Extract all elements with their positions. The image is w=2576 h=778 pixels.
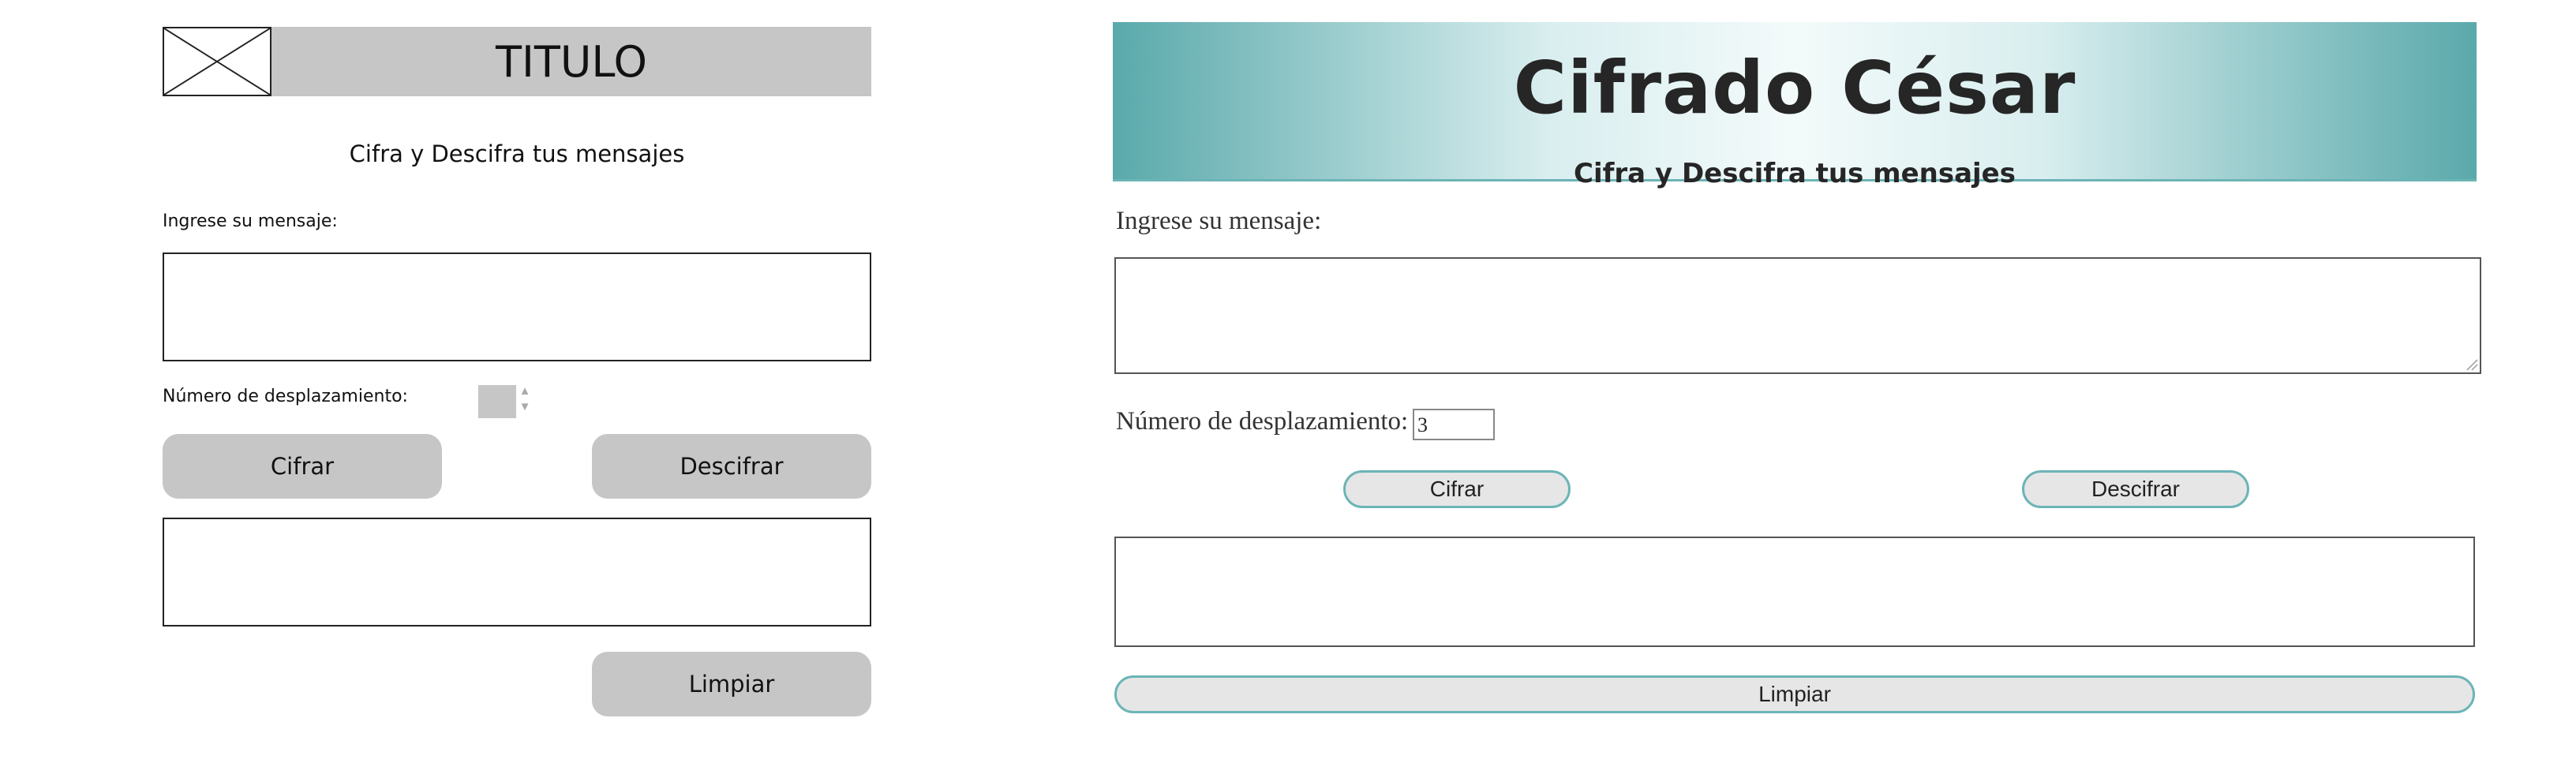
stepper-arrows-icon[interactable]: ▲ ▼ xyxy=(518,383,532,420)
wireframe-output-box[interactable] xyxy=(163,518,871,627)
wireframe-encrypt-button[interactable]: Cifrar xyxy=(163,434,442,499)
page-header: Cifrado César Cifra y Descifra tus mensa… xyxy=(1113,22,2477,189)
wireframe-message-input[interactable] xyxy=(163,252,871,361)
page-title: Cifrado César xyxy=(1513,46,2076,130)
decrypt-button[interactable]: Descifrar xyxy=(2022,470,2249,508)
message-label: Ingrese su mensaje: xyxy=(1116,207,1322,235)
wireframe-subtitle: Cifra y Descifra tus mensajes xyxy=(349,140,685,167)
wireframe-message-label: Ingrese su mensaje: xyxy=(163,211,338,231)
wireframe-decrypt-button[interactable]: Descifrar xyxy=(592,434,871,499)
image-placeholder-icon xyxy=(163,27,271,96)
wireframe-shift-stepper[interactable] xyxy=(478,385,516,418)
output-box[interactable] xyxy=(1114,537,2475,647)
clear-button[interactable]: Limpiar xyxy=(1114,675,2475,713)
resize-grip-icon[interactable] xyxy=(2466,358,2478,371)
rendered-page: Cifrado César Cifra y Descifra tus mensa… xyxy=(1105,0,2576,778)
wireframe-clear-button[interactable]: Limpiar xyxy=(592,652,871,716)
wireframe-title: TITULO xyxy=(271,27,871,96)
wireframe-shift-label: Número de desplazamiento: xyxy=(163,387,408,406)
page-subtitle: Cifra y Descifra tus mensajes xyxy=(1574,158,2016,189)
wireframe-mockup: TITULO Cifra y Descifra tus mensajes Ing… xyxy=(0,0,931,778)
message-textarea[interactable] xyxy=(1114,257,2481,374)
shift-number-input[interactable]: 3 xyxy=(1413,409,1495,440)
shift-label: Número de desplazamiento: xyxy=(1116,407,1409,436)
encrypt-button[interactable]: Cifrar xyxy=(1343,470,1571,508)
